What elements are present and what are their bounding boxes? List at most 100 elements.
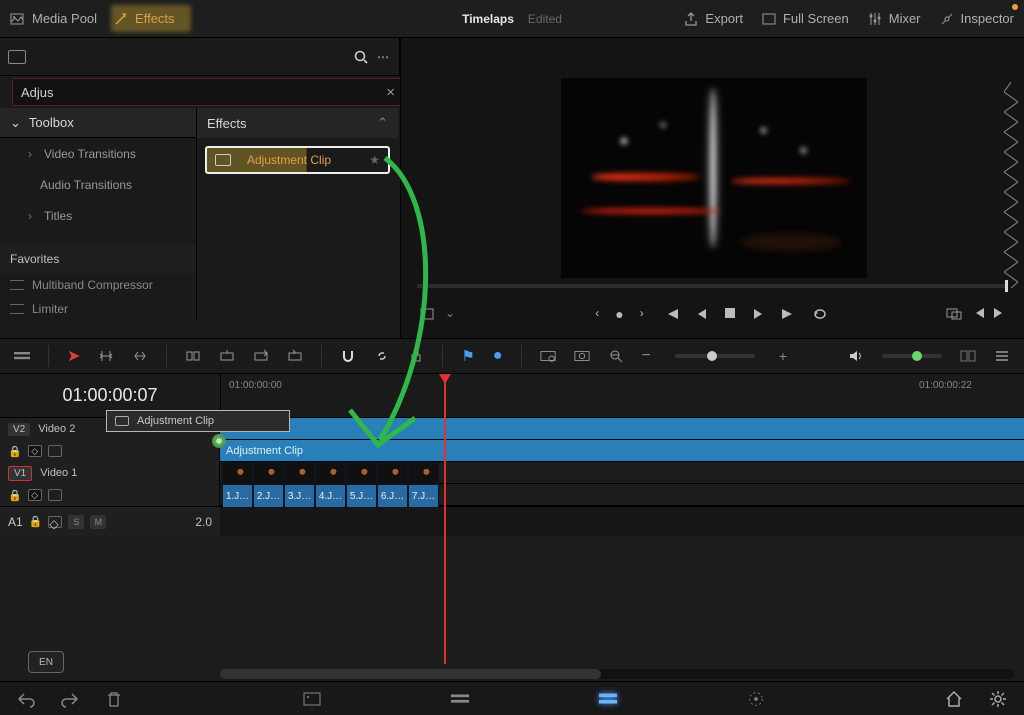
play-button[interactable] [752,307,764,321]
auto-select-icon[interactable]: ◇ [48,516,62,528]
dual-viewer-button[interactable] [960,348,976,364]
stop-dot-icon[interactable]: ● [615,306,623,322]
timeline-h-scrollbar[interactable] [220,669,1014,679]
track-header-a1[interactable]: A1 🔒 ◇ S M 2.0 [0,507,220,536]
in-point-button[interactable] [972,306,984,320]
clip-label-segment[interactable]: 3.J… [284,484,315,506]
zoom-in-button[interactable]: + [779,348,787,364]
effect-result-adjustment-clip[interactable]: Adjustment Clip ★ [205,146,390,174]
trim-tool-button[interactable] [98,348,114,364]
mixer-button[interactable]: Mixer [867,11,921,27]
undo-button[interactable] [16,690,36,708]
playhead[interactable] [444,374,446,664]
insert-clip-button[interactable] [219,348,235,364]
zoom-custom-button[interactable] [608,348,624,364]
go-to-start-button[interactable] [664,307,680,321]
prev-edit-button[interactable]: ‹ [595,306,599,322]
effects-search-input[interactable] [13,85,378,100]
home-button[interactable] [944,690,964,708]
clip-thumbnail[interactable] [222,462,253,484]
selection-tool-button[interactable]: ➤ [67,346,80,366]
clip-label-segment[interactable]: 7.J… [408,484,439,506]
lock-icon[interactable]: 🔒 [29,515,43,528]
mute-button[interactable] [848,348,864,364]
toolbox-header[interactable]: ⌄ Toolbox [0,108,196,138]
track-lane-a1[interactable] [220,507,1024,536]
lock-icon[interactable]: 🔒 [8,489,22,502]
disable-video-icon[interactable] [48,489,62,501]
search-icon[interactable] [353,49,369,65]
settings-button[interactable] [988,690,1008,708]
transform-overlay-icon[interactable] [419,306,435,322]
fusion-page-button[interactable] [746,690,766,708]
adjustment-clip[interactable]: Adjustment Clip [220,440,1024,462]
clip-thumbnail[interactable] [253,462,284,484]
track-lane-v1-sub[interactable]: 1.J…2.J…3.J…4.J…5.J…6.J…7.J… [220,484,1024,506]
cut-page-button[interactable] [450,690,470,708]
clip-thumbnail[interactable] [408,462,439,484]
media-pool-button[interactable]: Media Pool [10,11,97,27]
auto-select-icon[interactable]: ◇ [28,445,42,457]
clip-label-segment[interactable]: 4.J… [315,484,346,506]
zoom-full-button[interactable] [540,348,556,364]
toolbox-item-video-transitions[interactable]: ›Video Transitions [0,138,196,169]
go-to-end-button[interactable] [780,307,796,321]
timeline-menu-button[interactable] [994,348,1010,364]
track-lane-v2[interactable] [220,418,1024,440]
track-controls-v2[interactable]: 🔒 ◇ [0,440,220,462]
zoom-slider[interactable] [675,354,755,358]
effects-results-header[interactable]: Effects ⌃ [197,108,398,138]
viewer-canvas[interactable] [561,78,867,278]
dynamic-trim-button[interactable] [132,348,148,364]
loop-button[interactable] [812,307,830,321]
timeline-ruler[interactable]: 01:00:00:00 01:00:00:22 [220,374,1024,417]
mute-track-button[interactable]: M [90,515,106,529]
language-indicator[interactable]: EN [28,651,64,673]
clip-thumbnail[interactable] [377,462,408,484]
track-header-v1[interactable]: V1 Video 1 [0,462,220,484]
fullscreen-button[interactable]: Full Screen [761,11,849,27]
marker-button[interactable]: ● [493,347,503,365]
toolbox-item-audio-transitions[interactable]: Audio Transitions [0,169,196,200]
clip-label-segment[interactable]: 1.J… [222,484,253,506]
favorite-item[interactable]: Multiband Compressor [0,273,196,297]
effects-button[interactable]: Effects [113,11,175,27]
stop-button[interactable] [724,307,736,319]
blade-tool-button[interactable] [185,348,201,364]
timeline-view-button[interactable] [14,348,30,364]
toolbox-item-titles[interactable]: ›Titles [0,200,196,231]
effects-search-field[interactable]: × [12,78,404,106]
edit-page-button[interactable] [598,690,618,708]
clip-label-segment[interactable]: 2.J… [253,484,284,506]
clip-label-segment[interactable]: 5.J… [346,484,377,506]
redo-button[interactable] [60,690,80,708]
play-reverse-button[interactable] [696,307,708,321]
clip-thumbnail[interactable] [346,462,377,484]
track-controls-v1[interactable]: 🔒 ◇ [0,484,220,506]
zoom-detail-button[interactable] [574,348,590,364]
auto-select-icon[interactable]: ◇ [28,489,42,501]
clip-label-segment[interactable]: 6.J… [377,484,408,506]
match-frame-button[interactable] [946,306,962,322]
viewer-scrub-bar[interactable] [417,284,1008,288]
disable-video-icon[interactable] [48,445,62,457]
lock-button[interactable] [408,348,424,364]
link-button[interactable] [374,348,390,364]
dim-slider[interactable] [882,354,942,358]
favorite-item[interactable]: Limiter [0,297,196,321]
favorite-star-icon[interactable]: ★ [369,153,380,167]
clip-thumbnail[interactable] [315,462,346,484]
lock-icon[interactable]: 🔒 [8,445,22,458]
overlay-dropdown-icon[interactable]: ⌄ [445,306,455,322]
zoom-out-button[interactable]: − [642,347,651,365]
export-button[interactable]: Export [683,11,743,27]
clip-thumbnail[interactable] [284,462,315,484]
replace-clip-button[interactable] [287,348,303,364]
snap-button[interactable] [340,348,356,364]
panel-options-button[interactable]: ⋯ [377,50,391,64]
inspector-button[interactable]: Inspector [939,11,1014,27]
media-page-button[interactable] [302,690,322,708]
next-edit-button[interactable]: › [640,306,644,322]
trash-button[interactable] [104,690,124,708]
track-lane-v1[interactable] [220,462,1024,484]
